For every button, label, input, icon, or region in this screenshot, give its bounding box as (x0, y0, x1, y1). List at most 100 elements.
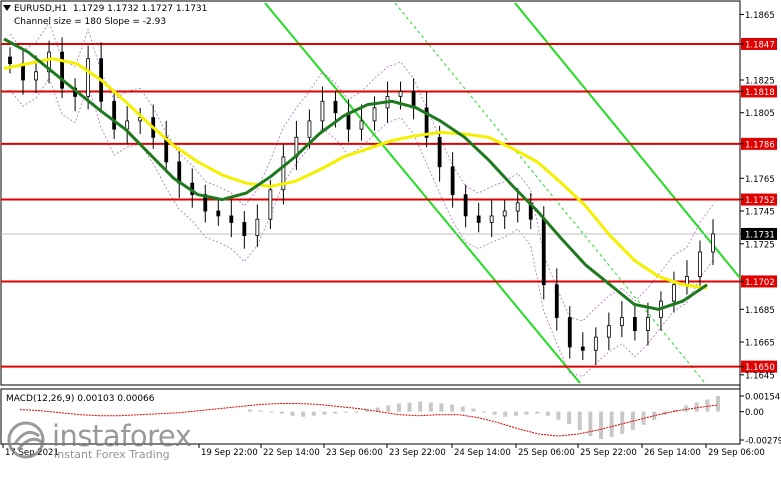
price-tick-label: 1.1645 (745, 371, 775, 381)
candle-body (60, 51, 64, 89)
macd-histogram-bar (428, 402, 433, 412)
time-tick-label: 25 Sep 22:00 (580, 448, 637, 458)
symbol-header: EURUSD,H1 1.1729 1.1732 1.1727 1.1731 (14, 4, 208, 14)
macd-tick-label: -0.00279 (745, 437, 781, 447)
candle-body (502, 210, 507, 217)
candle-body (711, 233, 715, 253)
candle-body (320, 100, 325, 122)
channel-line (264, 2, 581, 384)
time-tick-label: 29 Sep 06:00 (708, 448, 765, 458)
macd-histogram-bar (694, 402, 699, 412)
candle-body (646, 317, 650, 331)
candle-body (125, 120, 130, 130)
macd-histogram-bar (599, 411, 603, 440)
macd-histogram-bar (684, 405, 689, 412)
macd-histogram-bar (396, 403, 401, 412)
macd-histogram-bar (279, 411, 284, 414)
price-tick-label: 1.1847 (745, 40, 775, 50)
candle-body (216, 210, 221, 217)
candle-body (554, 284, 559, 318)
candle-body (567, 317, 572, 348)
upper-band (9, 21, 714, 322)
time-tick-label: 25 Sep 06:00 (518, 448, 575, 458)
brand-tagline: Instant Forex Trading (54, 448, 170, 461)
macd-tick-label: 0.00154 (745, 393, 780, 403)
macd-histogram-bar (269, 411, 274, 413)
price-tick-label: 1.1725 (745, 240, 775, 250)
price-tick-label: 1.1752 (745, 196, 775, 206)
macd-histogram-bar (588, 411, 593, 437)
candle-body (593, 336, 598, 351)
macd-histogram-bar (290, 411, 295, 416)
slow-moving-average (3, 37, 708, 311)
candle-body (606, 325, 611, 338)
macd-histogram-bar (513, 411, 518, 416)
price-tick-label: 1.1702 (745, 278, 775, 288)
candle-body (619, 317, 624, 327)
macd-histogram-bar (705, 399, 710, 412)
macd-histogram-bar (524, 411, 529, 415)
macd-histogram-bar (301, 411, 306, 417)
symbol-dropdown-icon[interactable] (3, 5, 11, 11)
macd-histogram-bar (492, 411, 497, 415)
candle-body (372, 107, 377, 122)
time-tick-label: 19 Sep 22:00 (201, 448, 258, 458)
macd-histogram-bar (333, 411, 338, 414)
candle-body (685, 276, 689, 286)
candle-body (86, 58, 91, 97)
candle-body (359, 120, 364, 130)
chart-window: 1.1865 1.1847 1.1825 1.1818 1.1805 1.1786 1.17… (0, 0, 781, 489)
macd-histogram-bar (567, 411, 572, 424)
macd-histogram-bar (418, 401, 423, 412)
candle-body (333, 100, 338, 114)
macd-histogram-bar (503, 411, 508, 417)
channel-info: Channel size = 180 Slope = -2.93 (14, 17, 167, 27)
candle-body (255, 218, 260, 236)
macd-tick-label: 0.00 (745, 408, 764, 418)
time-tick-label: 24 Sep 14:00 (454, 448, 511, 458)
candle-body (541, 218, 546, 286)
macd-histogram-bar (386, 405, 391, 412)
macd-histogram-bar (450, 404, 455, 412)
candle-body (672, 284, 676, 302)
price-tick-label: 1.1745 (745, 208, 775, 218)
candle-body (229, 215, 234, 223)
price-tick-label: 1.1665 (745, 339, 775, 349)
candle-body (515, 202, 520, 212)
candle-body (580, 346, 585, 351)
macd-histogram-bar (609, 411, 614, 438)
macd-histogram-bar (407, 402, 412, 412)
price-tick-label: 1.1825 (745, 76, 775, 86)
macd-histogram-bar (343, 411, 348, 413)
fast-moving-average (3, 57, 708, 290)
candle-body (632, 317, 637, 331)
candle-body (8, 56, 12, 65)
macd-histogram-bar (556, 411, 561, 420)
time-tick-label: 23 Sep 22:00 (389, 448, 446, 458)
macd-histogram-bar (258, 410, 263, 412)
candle-body (398, 91, 403, 97)
candle-body (489, 215, 494, 223)
macd-indicator-label: MACD(12,26,9) 0.00103 0.00066 (6, 394, 155, 404)
instaforex-logo-icon (7, 421, 45, 459)
macd-histogram-bar (482, 411, 486, 413)
macd-histogram-bar (322, 411, 327, 415)
macd-histogram-bar (545, 411, 550, 416)
macd-histogram-bar (471, 408, 476, 412)
candle-body (698, 251, 702, 277)
macd-histogram-bar (535, 411, 540, 414)
instaforex-watermark: instaforex Instant Forex Trading (4, 418, 192, 463)
candle-body (463, 194, 468, 217)
time-tick-label: 23 Sep 06:00 (326, 448, 383, 458)
macd-histogram-bar (577, 411, 582, 430)
macd-histogram-bar (620, 411, 625, 435)
price-tick-label: 1.1805 (745, 109, 775, 119)
macd-histogram-bar (439, 403, 444, 412)
candle-body (476, 215, 481, 223)
candle-body (112, 100, 117, 130)
candle-body (450, 166, 455, 196)
price-tick-label: 1.1865 (745, 11, 775, 21)
macd-histogram-bar (311, 411, 316, 416)
candle-body (242, 222, 247, 236)
macd-histogram-bar (716, 396, 720, 412)
